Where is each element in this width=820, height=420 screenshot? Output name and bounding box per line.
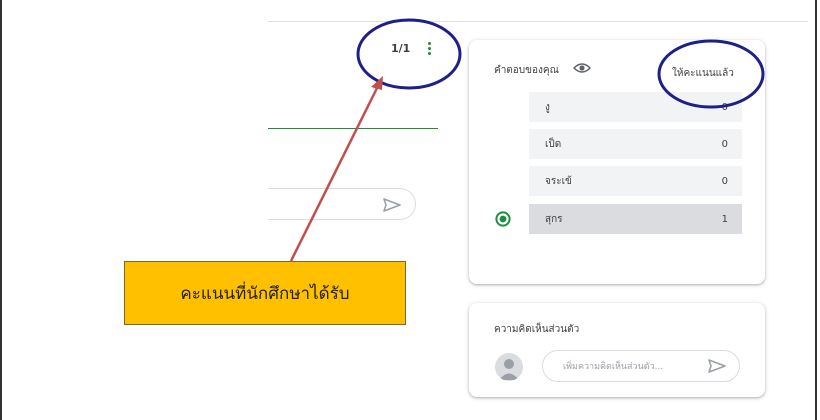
- title-underline: [268, 128, 438, 129]
- answer-option-count: 0: [721, 175, 728, 187]
- send-icon[interactable]: [708, 359, 726, 373]
- more-options-icon[interactable]: [426, 42, 432, 60]
- eye-icon[interactable]: [573, 62, 591, 74]
- answer-option: เป็ด 0: [529, 129, 742, 159]
- private-comment-title: ความคิดเห็นส่วนตัว: [494, 324, 580, 335]
- send-icon[interactable]: [383, 198, 401, 212]
- graded-status: ให้คะแนนแล้ว: [672, 68, 734, 79]
- user-icon: [499, 359, 519, 380]
- header-divider: [268, 21, 808, 22]
- screenshot-border-right: [815, 0, 817, 420]
- annotation-callout: คะแนนที่นักศึกษาได้รับ: [124, 261, 406, 325]
- annotation-callout-text: คะแนนที่นักศึกษาได้รับ: [180, 283, 350, 304]
- answer-option-label: งู: [545, 101, 550, 113]
- answer-option-selected: สุกร 1: [529, 204, 742, 234]
- avatar: [495, 353, 523, 381]
- annotation-arrow-line: [289, 83, 381, 262]
- answer-card-title: คำตอบของคุณ: [494, 65, 559, 76]
- score-display: 1/1: [391, 42, 411, 55]
- answer-option-label: เป็ด: [545, 138, 562, 150]
- screenshot-border-left: [0, 0, 2, 420]
- answer-option-count: 0: [721, 138, 728, 150]
- answer-option: งู 0: [529, 92, 742, 122]
- answer-option: จระเข้ 0: [529, 166, 742, 196]
- answer-option-count: 1: [721, 213, 728, 225]
- annotation-arrow-head: [371, 76, 383, 90]
- private-comment-placeholder: เพิ่มความคิดเห็นส่วนตัว...: [563, 362, 664, 372]
- answer-option-count: 0: [721, 101, 728, 113]
- selected-radio-icon: [495, 211, 511, 227]
- answer-option-label: จระเข้: [545, 175, 572, 187]
- answer-option-label: สุกร: [545, 213, 563, 225]
